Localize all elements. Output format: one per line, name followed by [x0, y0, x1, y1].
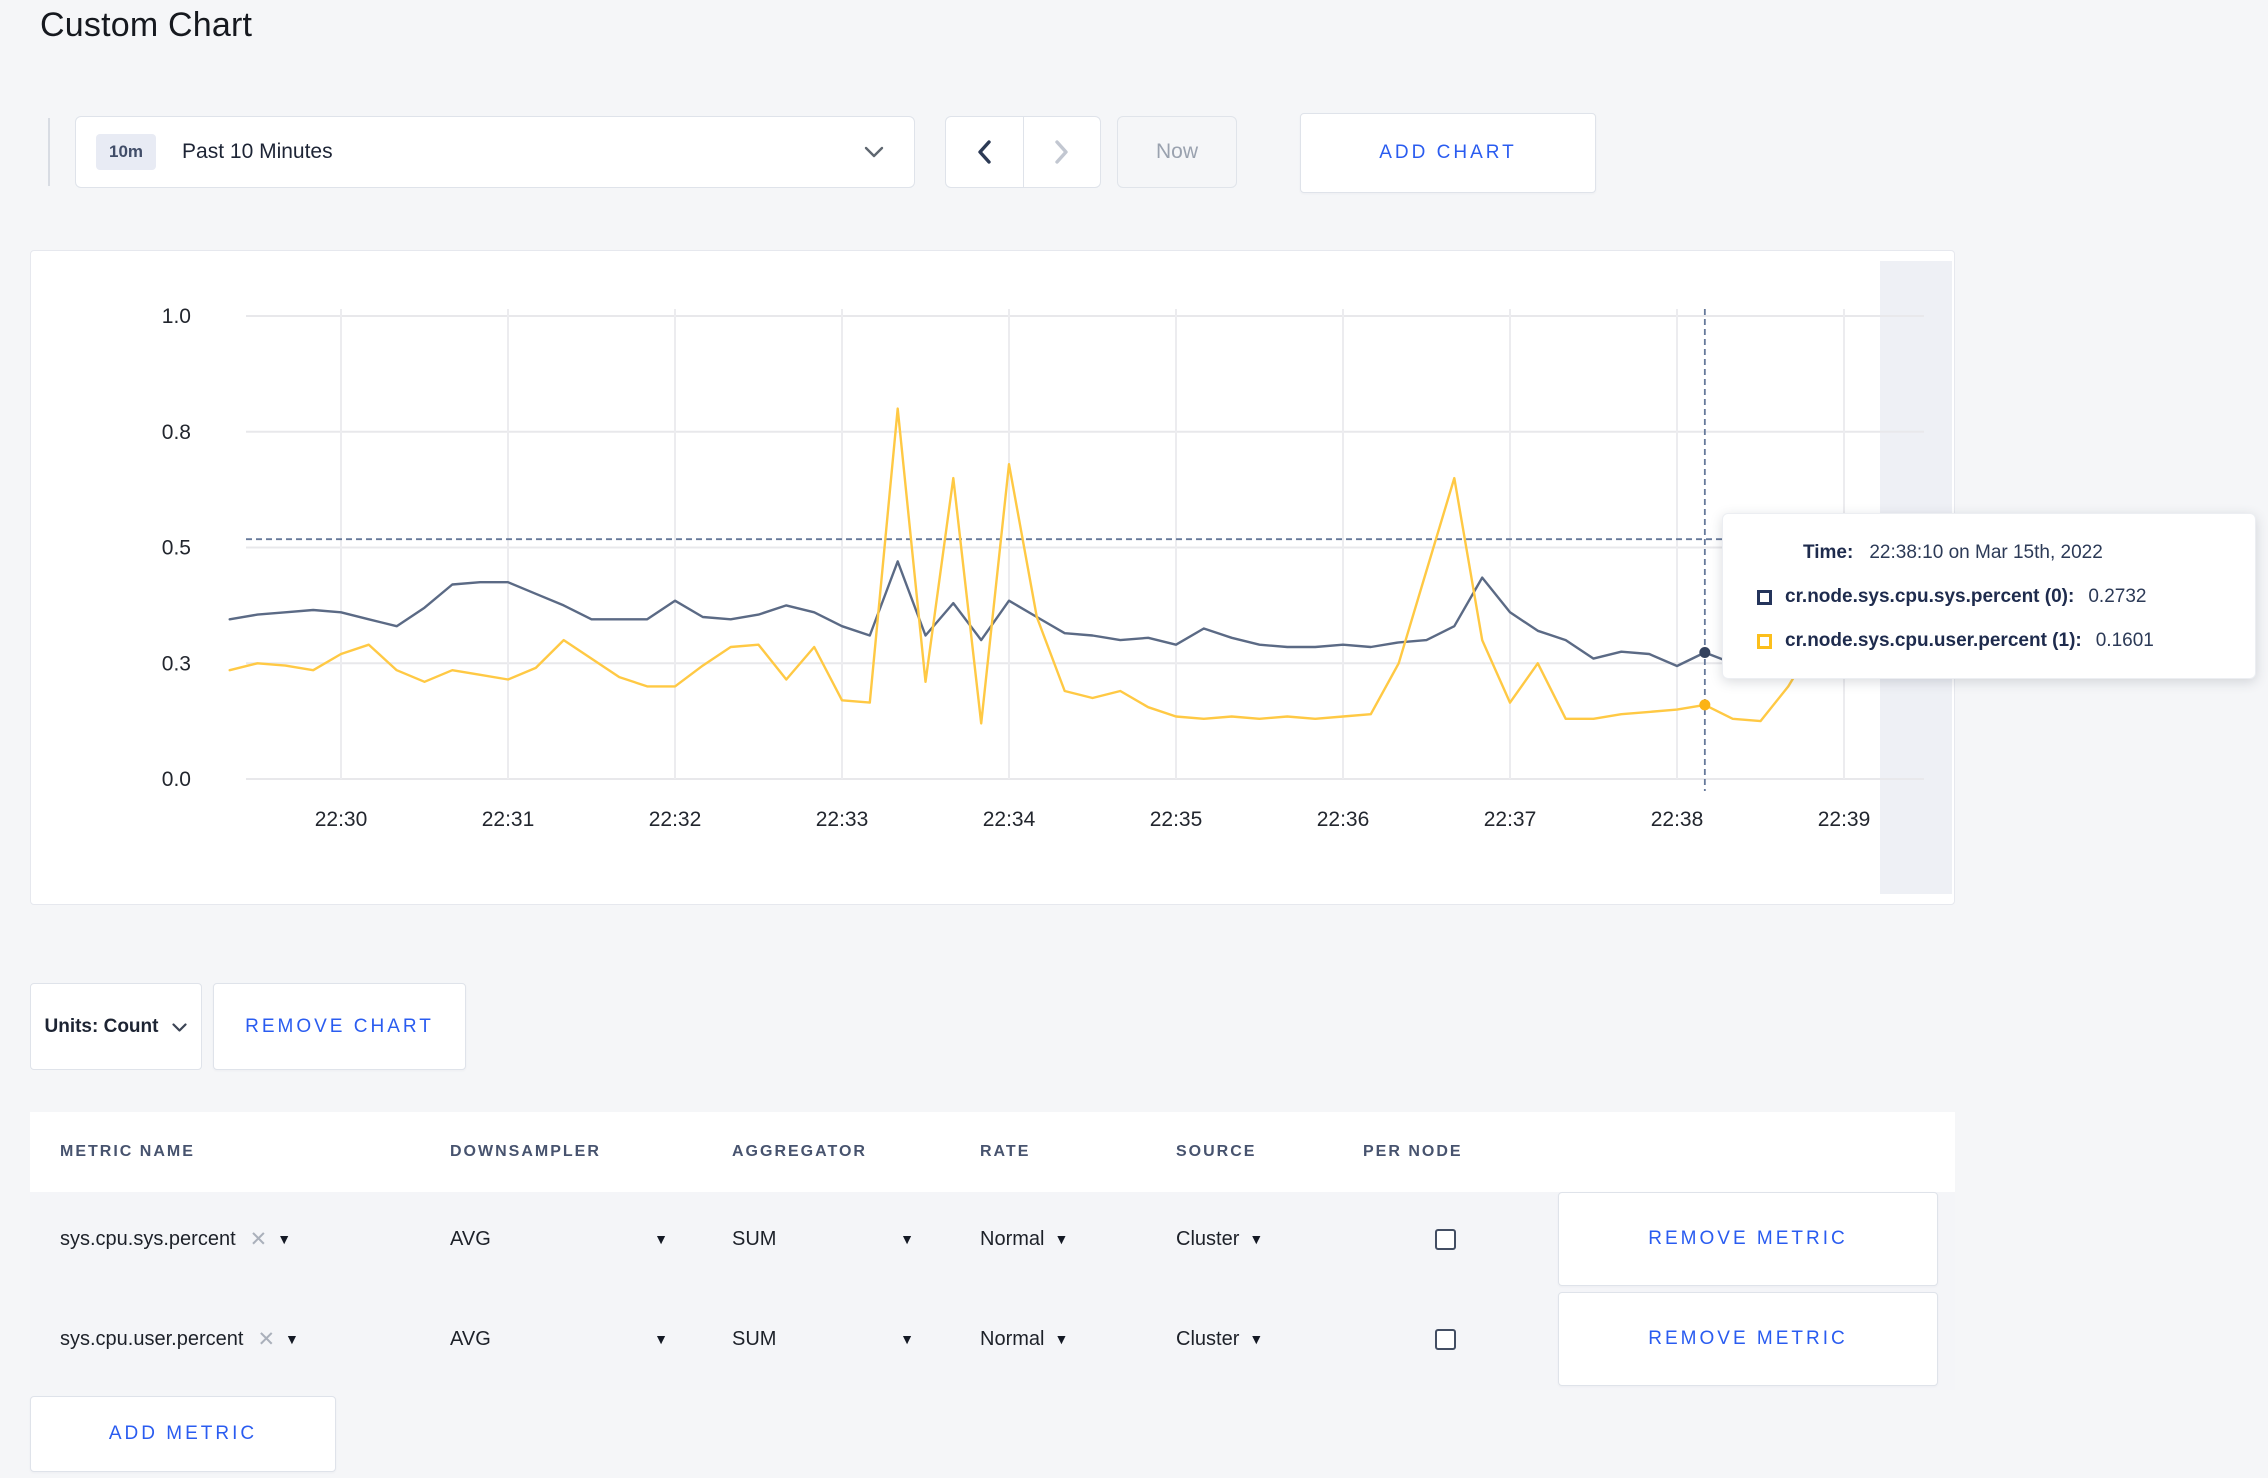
svg-text:0.8: 0.8 [162, 421, 191, 444]
col-header-source: SOURCE [1176, 1143, 1257, 1160]
time-forward-button[interactable] [1022, 117, 1101, 187]
rate-dropdown[interactable]: Normal ▼ [980, 1228, 1176, 1251]
metric-name-value: sys.cpu.sys.percent [60, 1227, 236, 1250]
metric-name-value: sys.cpu.user.percent [60, 1327, 244, 1350]
svg-text:22:33: 22:33 [816, 808, 869, 831]
svg-text:22:31: 22:31 [482, 808, 535, 831]
svg-text:22:38: 22:38 [1651, 808, 1704, 831]
aggregator-value: SUM [732, 1227, 777, 1250]
svg-text:0.3: 0.3 [162, 652, 191, 675]
time-nav-group [945, 116, 1101, 188]
svg-text:0.5: 0.5 [162, 537, 191, 560]
add-metric-button[interactable]: ADD METRIC [30, 1396, 336, 1472]
rate-value: Normal [980, 1327, 1045, 1350]
time-back-button[interactable] [946, 117, 1023, 187]
metrics-table-header: METRIC NAME DOWNSAMPLER AGGREGATOR RATE … [30, 1112, 1955, 1192]
remove-metric-button[interactable]: REMOVE METRIC [1558, 1292, 1938, 1386]
rate-value: Normal [980, 1227, 1045, 1250]
tooltip-series-row: cr.node.sys.cpu.user.percent (1): 0.1601 [1757, 630, 2235, 652]
metric-name-dropdown[interactable]: sys.cpu.sys.percent ✕ ▼ [60, 1227, 450, 1252]
add-chart-button[interactable]: ADD CHART [1300, 113, 1596, 193]
caret-down-icon: ▼ [1054, 1331, 1069, 1347]
per-node-checkbox[interactable] [1435, 1228, 1456, 1250]
caret-down-icon: ▼ [654, 1231, 668, 1247]
tooltip-series-label: cr.node.sys.cpu.sys.percent (0): [1785, 586, 2075, 607]
downsampler-value: AVG [450, 1227, 491, 1250]
metric-row-sys: sys.cpu.sys.percent ✕ ▼ AVG ▼ SUM ▼ Norm… [30, 1192, 1955, 1286]
col-header-metric-name: METRIC NAME [60, 1143, 195, 1160]
tooltip-series-row: cr.node.sys.cpu.sys.percent (0): 0.2732 [1757, 586, 2235, 608]
custom-chart-plot[interactable]: 0.0 0.3 0.5 0.8 1.0 22:30 22:31 22:32 22:33 22:34… [31, 251, 1954, 904]
user-series-swatch-icon [1757, 633, 1772, 649]
time-range-selector[interactable]: 10m Past 10 Minutes [75, 116, 915, 188]
tooltip-time-value: 22:38:10 on Mar 15th, 2022 [1869, 542, 2103, 563]
chevron-down-icon [864, 146, 884, 158]
svg-text:0.0: 0.0 [162, 768, 191, 791]
clear-metric-icon[interactable]: ✕ [257, 1327, 275, 1352]
tooltip-time-label: Time: [1803, 542, 1854, 563]
caret-down-icon: ▼ [1054, 1231, 1069, 1247]
clear-metric-icon[interactable]: ✕ [250, 1227, 268, 1252]
source-value: Cluster [1176, 1227, 1240, 1250]
svg-text:22:32: 22:32 [649, 808, 702, 831]
custom-chart-page: Custom Chart 10m Past 10 Minutes Now ADD… [0, 0, 2268, 1478]
source-dropdown[interactable]: Cluster ▼ [1176, 1328, 1363, 1351]
col-header-per-node: PER NODE [1363, 1143, 1463, 1160]
aggregator-dropdown[interactable]: SUM ▼ [732, 1328, 914, 1351]
remove-chart-button[interactable]: REMOVE CHART [213, 983, 466, 1070]
page-title: Custom Chart [40, 6, 253, 44]
time-range-label: Past 10 Minutes [182, 140, 333, 163]
caret-down-icon: ▼ [285, 1331, 299, 1347]
chart-card: 0.0 0.3 0.5 0.8 1.0 22:30 22:31 22:32 22:33 22:34… [30, 250, 1955, 905]
caret-down-icon: ▼ [1249, 1331, 1264, 1347]
remove-metric-button[interactable]: REMOVE METRIC [1558, 1192, 1938, 1286]
per-node-checkbox[interactable] [1435, 1328, 1456, 1350]
tooltip-series-value: 0.2732 [2088, 586, 2147, 607]
col-header-downsampler: DOWNSAMPLER [450, 1143, 601, 1160]
caret-down-icon: ▼ [900, 1231, 914, 1247]
aggregator-value: SUM [732, 1327, 777, 1350]
caret-down-icon: ▼ [654, 1331, 668, 1347]
time-range-badge: 10m [96, 134, 157, 170]
tooltip-series-label: cr.node.sys.cpu.user.percent (1): [1785, 630, 2082, 651]
col-header-rate: RATE [980, 1143, 1031, 1160]
downsampler-dropdown[interactable]: AVG ▼ [450, 1328, 668, 1351]
svg-text:22:34: 22:34 [983, 808, 1036, 831]
caret-down-icon: ▼ [277, 1231, 292, 1247]
svg-text:22:35: 22:35 [1150, 808, 1203, 831]
source-value: Cluster [1176, 1327, 1240, 1350]
chevron-left-icon [977, 140, 991, 164]
chevron-down-icon [172, 1016, 188, 1038]
sys-series-swatch-icon [1757, 589, 1772, 605]
caret-down-icon: ▼ [1249, 1231, 1264, 1247]
metric-row-user: sys.cpu.user.percent ✕ ▼ AVG ▼ SUM ▼ Nor… [30, 1292, 1955, 1386]
svg-text:1.0: 1.0 [162, 305, 191, 328]
source-dropdown[interactable]: Cluster ▼ [1176, 1228, 1363, 1251]
svg-text:22:39: 22:39 [1818, 808, 1871, 831]
units-selector[interactable]: Units: Count [30, 983, 202, 1070]
caret-down-icon: ▼ [900, 1331, 914, 1347]
metric-name-dropdown[interactable]: sys.cpu.user.percent ✕ ▼ [60, 1327, 450, 1352]
chevron-right-icon [1055, 140, 1069, 164]
units-label: Units: Count [44, 1015, 159, 1037]
col-header-aggregator: AGGREGATOR [732, 1143, 867, 1160]
svg-text:22:37: 22:37 [1484, 808, 1537, 831]
chart-tooltip: Time: 22:38:10 on Mar 15th, 2022 cr.node… [1722, 513, 2256, 679]
tooltip-series-value: 0.1601 [2095, 630, 2154, 651]
downsampler-dropdown[interactable]: AVG ▼ [450, 1228, 668, 1251]
svg-text:22:30: 22:30 [315, 808, 368, 831]
controls-left-divider [48, 118, 50, 186]
svg-text:22:36: 22:36 [1317, 808, 1370, 831]
rate-dropdown[interactable]: Normal ▼ [980, 1328, 1176, 1351]
now-button[interactable]: Now [1117, 116, 1237, 188]
downsampler-value: AVG [450, 1327, 491, 1350]
aggregator-dropdown[interactable]: SUM ▼ [732, 1228, 914, 1251]
